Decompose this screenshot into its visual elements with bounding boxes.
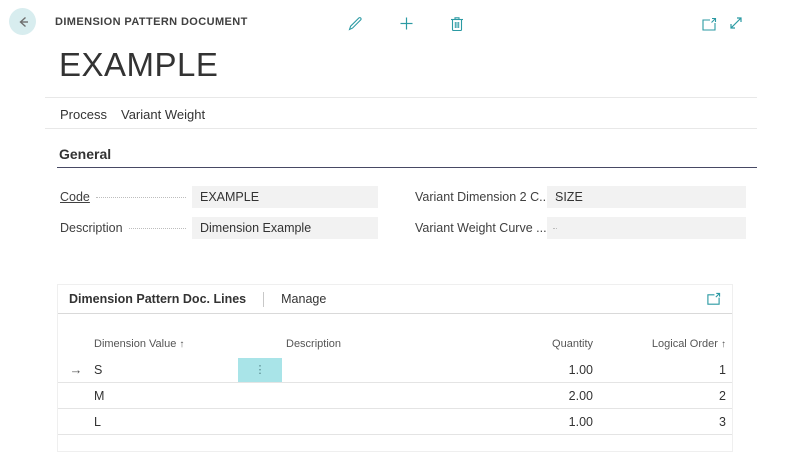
cell-description[interactable]: ⋮ xyxy=(234,358,484,382)
description-input[interactable]: Dimension Example xyxy=(192,217,378,239)
menu-item-variant-weight[interactable]: Variant Weight xyxy=(121,107,205,122)
cell-dimension-value[interactable]: M xyxy=(94,389,234,403)
field-description: Description Dimension Example xyxy=(60,217,378,239)
cell-dimension-value[interactable]: L xyxy=(94,415,234,429)
dotted-leader xyxy=(96,197,186,198)
trash-icon xyxy=(449,15,465,32)
column-header-quantity[interactable]: Quantity xyxy=(484,338,599,350)
sort-asc-icon: ↑ xyxy=(721,339,726,350)
field-code: Code EXAMPLE xyxy=(60,186,378,208)
dotted-leader xyxy=(129,228,186,229)
back-button[interactable] xyxy=(9,8,36,35)
delete-button[interactable] xyxy=(447,13,467,33)
cell-quantity[interactable]: 1.00 xyxy=(484,415,599,429)
cell-logical-order[interactable]: 1 xyxy=(599,363,732,377)
cell-logical-order[interactable]: 3 xyxy=(599,415,732,429)
open-in-window-icon xyxy=(701,17,717,32)
section-underline xyxy=(57,167,757,168)
description-label: Description xyxy=(60,221,123,235)
page-title: EXAMPLE xyxy=(59,46,218,84)
new-button[interactable] xyxy=(396,13,416,33)
field-variant-dimension-2-code: Variant Dimension 2 C... SIZE xyxy=(415,186,746,208)
fullscreen-button[interactable] xyxy=(726,13,746,33)
code-input[interactable]: EXAMPLE xyxy=(192,186,378,208)
cell-ellipsis-button[interactable]: ⋮ xyxy=(238,358,282,382)
page-caption: DIMENSION PATTERN DOCUMENT xyxy=(55,16,248,28)
back-arrow-icon xyxy=(15,14,31,30)
menu-item-process[interactable]: Process xyxy=(60,107,107,122)
variant-dimension-2-code-label: Variant Dimension 2 C... xyxy=(415,190,550,204)
edit-button[interactable] xyxy=(345,13,365,33)
divider xyxy=(45,97,757,98)
code-label[interactable]: Code xyxy=(60,190,90,204)
manage-menu[interactable]: Manage xyxy=(281,292,326,306)
column-header-dimension-value[interactable]: Dimension Value ↑ xyxy=(94,338,234,350)
page: DIMENSION PATTERN DOCUMENT EXAMPLE Proce… xyxy=(0,0,800,476)
column-header-description[interactable]: Description xyxy=(234,338,484,350)
lines-card-title[interactable]: Dimension Pattern Doc. Lines xyxy=(69,292,246,306)
divider xyxy=(45,128,757,129)
lines-popout-button[interactable] xyxy=(704,290,722,308)
lines-card: Dimension Pattern Doc. Lines Manage Dime… xyxy=(57,284,733,452)
open-in-window-icon xyxy=(706,292,721,306)
cell-quantity[interactable]: 1.00 xyxy=(484,363,599,377)
expand-arrows-icon xyxy=(728,15,744,31)
cell-logical-order[interactable]: 2 xyxy=(599,389,732,403)
sort-asc-icon: ↑ xyxy=(179,339,184,350)
open-in-window-button[interactable] xyxy=(699,14,719,34)
variant-weight-curve-label: Variant Weight Curve ... xyxy=(415,221,547,235)
dotted-leader xyxy=(556,197,560,198)
section-title-general[interactable]: General xyxy=(59,146,111,162)
variant-dimension-2-code-input[interactable]: SIZE xyxy=(547,186,746,208)
lines-card-header: Dimension Pattern Doc. Lines Manage xyxy=(58,285,732,314)
variant-weight-curve-input[interactable] xyxy=(547,217,746,239)
cell-quantity[interactable]: 2.00 xyxy=(484,389,599,403)
column-header-logical-order[interactable]: Logical Order ↑ xyxy=(599,338,732,350)
dotted-leader xyxy=(553,228,557,229)
pencil-icon xyxy=(347,15,364,32)
current-row-arrow-icon: → xyxy=(58,362,94,377)
table-column-headers: Dimension Value ↑ Description Quantity L… xyxy=(58,338,732,357)
table-row[interactable]: L 1.00 3 xyxy=(58,409,732,435)
field-variant-weight-curve: Variant Weight Curve ... xyxy=(415,217,746,239)
table-row[interactable]: → S ⋮ 1.00 1 xyxy=(58,357,732,383)
plus-icon xyxy=(398,15,415,32)
table-row[interactable]: M 2.00 2 xyxy=(58,383,732,409)
cell-dimension-value[interactable]: S xyxy=(94,363,234,377)
divider xyxy=(263,292,264,307)
